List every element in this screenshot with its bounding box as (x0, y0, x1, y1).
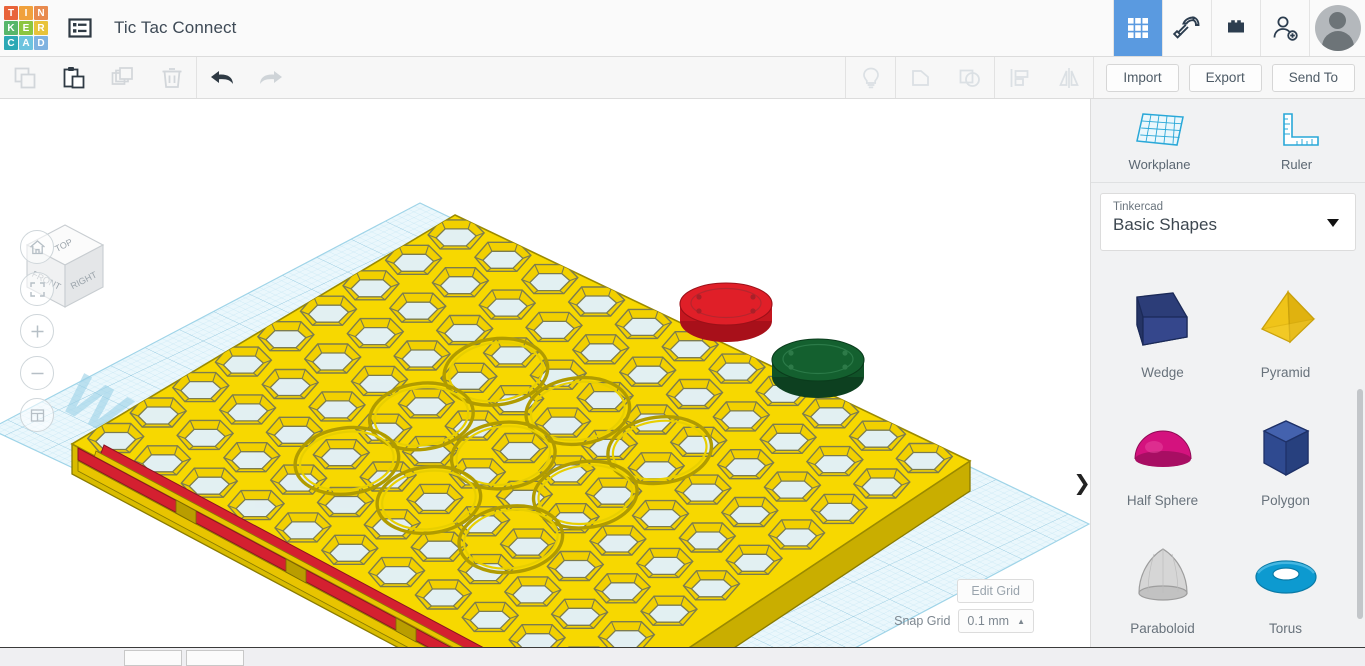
logo-tile: A (19, 36, 33, 50)
invite-person-icon[interactable] (1260, 0, 1309, 56)
duplicate-icon[interactable] (98, 57, 147, 98)
zoom-out-icon[interactable] (20, 356, 54, 390)
torus-shape-icon (1246, 535, 1326, 621)
snap-grid-control: Snap Grid 0.1 mm ▲ (894, 609, 1034, 633)
workplane-tool[interactable]: Workplane (1091, 99, 1228, 182)
workplane-tool-label: Workplane (1128, 157, 1191, 172)
panel-scrollbar[interactable] (1357, 389, 1363, 619)
shape-item-half-sphere[interactable]: Half Sphere (1101, 397, 1224, 525)
shape-library-select[interactable]: Tinkercad Basic Shapes (1100, 193, 1356, 251)
logo-tile: I (19, 6, 33, 20)
import-button[interactable]: Import (1106, 63, 1179, 92)
shape-item-paraboloid[interactable]: Paraboloid (1101, 525, 1224, 647)
avatar[interactable] (1309, 0, 1365, 56)
shape-item-wedge[interactable]: Wedge (1101, 269, 1224, 397)
topbar-right-icons (1113, 0, 1365, 56)
paraboloid-shape-icon (1123, 535, 1203, 621)
taskbar-item[interactable] (124, 650, 182, 666)
library-name: Basic Shapes (1113, 215, 1217, 234)
group-icon[interactable] (896, 57, 945, 98)
home-view-icon[interactable] (20, 230, 54, 264)
pyramid-shape-icon (1246, 279, 1326, 365)
logo-tile: D (34, 36, 48, 50)
lego-brick-icon[interactable] (1211, 0, 1260, 56)
logo-tile: N (34, 6, 48, 20)
document-title[interactable]: Tic Tac Connect (114, 18, 236, 38)
shapes-grid-icon[interactable] (1113, 0, 1162, 56)
shape-item-torus[interactable]: Torus (1224, 525, 1347, 647)
snap-grid-value: 0.1 mm (967, 614, 1010, 628)
paste-icon[interactable] (49, 57, 98, 98)
ruler-tool[interactable]: Ruler (1228, 99, 1365, 182)
shape-item-pyramid[interactable]: Pyramid (1224, 269, 1347, 397)
polygon-shape-icon (1246, 407, 1326, 493)
ungroup-icon[interactable] (945, 57, 994, 98)
align-icon[interactable] (995, 57, 1044, 98)
red-game-piece (679, 282, 773, 342)
logo-tile: T (4, 6, 18, 20)
chevron-down-icon (1327, 219, 1339, 227)
os-taskbar (0, 647, 1365, 666)
undo-icon[interactable] (197, 57, 246, 98)
green-game-piece (771, 338, 865, 398)
export-button[interactable]: Export (1188, 63, 1262, 92)
shape-item-polygon[interactable]: Polygon (1224, 397, 1347, 525)
mirror-icon[interactable] (1044, 57, 1093, 98)
zoom-in-icon[interactable] (20, 314, 54, 348)
wedge-shape-icon (1123, 279, 1203, 365)
ruler-tool-label: Ruler (1280, 157, 1313, 172)
toolbar-divider (1093, 57, 1095, 98)
ruler-icon (1282, 113, 1319, 146)
list-menu-icon[interactable] (60, 10, 100, 46)
fit-to-view-icon[interactable] (20, 272, 54, 306)
panel-collapse-handle[interactable]: ❯ (1073, 459, 1090, 507)
shape-label: Paraboloid (1130, 621, 1195, 636)
delete-icon[interactable] (147, 57, 196, 98)
pickaxe-icon[interactable] (1162, 0, 1211, 56)
tic-tac-connect-model[interactable] (0, 99, 1090, 647)
shape-label: Half Sphere (1126, 493, 1199, 508)
send-to-button[interactable]: Send To (1271, 63, 1355, 92)
snap-grid-select[interactable]: 0.1 mm ▲ (958, 609, 1034, 633)
shape-label: Torus (1268, 621, 1302, 636)
edit-grid-button[interactable]: Edit Grid (957, 579, 1034, 603)
shape-label: Pyramid (1260, 365, 1311, 380)
shape-grid: Wedge Pyramid Half Sphere Polygon Parabo… (1091, 263, 1365, 647)
taskbar-item[interactable] (186, 650, 244, 666)
lightbulb-icon[interactable] (846, 57, 895, 98)
ortho-perspective-icon[interactable] (20, 398, 54, 432)
copy-icon[interactable] (0, 57, 49, 98)
shape-label: Wedge (1141, 365, 1184, 380)
top-bar: TIN KER CAD Tic Tac Connect (0, 0, 1365, 57)
caret-up-icon: ▲ (1017, 616, 1025, 626)
library-source: Tinkercad (1113, 201, 1164, 213)
panel-tools: Workplane Ruler (1091, 99, 1365, 183)
edit-toolbar: Import Export Send To (0, 57, 1365, 99)
workplane-icon (1135, 113, 1184, 146)
logo-tile: E (19, 21, 33, 35)
logo-tile: C (4, 36, 18, 50)
snap-grid-label: Snap Grid (894, 614, 951, 628)
redo-icon[interactable] (246, 57, 295, 98)
design-canvas[interactable]: Workplane (0, 99, 1090, 647)
shape-label: Polygon (1261, 493, 1310, 508)
half-sphere-shape-icon (1123, 407, 1203, 493)
logo-tile: K (4, 21, 18, 35)
tinkercad-logo[interactable]: TIN KER CAD (3, 5, 49, 51)
logo-tile: R (34, 21, 48, 35)
shapes-panel: Workplane Ruler Tinkercad Basic Shapes W… (1090, 99, 1365, 647)
